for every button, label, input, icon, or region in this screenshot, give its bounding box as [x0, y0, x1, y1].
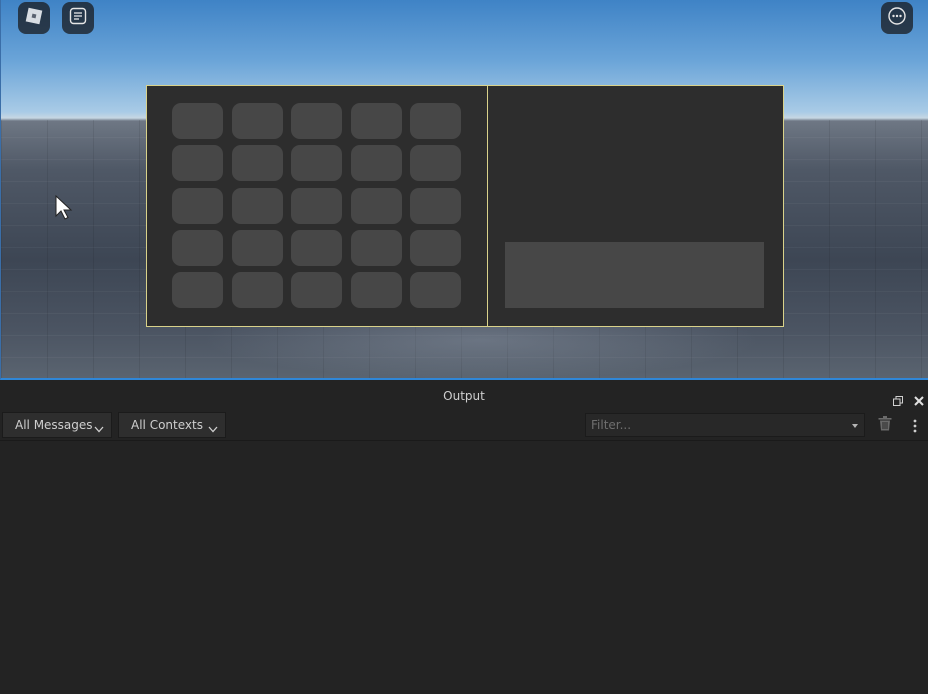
inventory-slot[interactable] [172, 272, 223, 308]
context-label: All Contexts [131, 418, 203, 432]
output-panel: Output All Messages All Contexts Filter.… [0, 380, 928, 694]
filter-input[interactable]: Filter... [585, 413, 865, 437]
chat-icon [68, 6, 88, 30]
panel-divider [487, 86, 488, 326]
item-detail-box[interactable] [505, 242, 764, 308]
inventory-slot[interactable] [291, 103, 342, 139]
more-options-icon [887, 6, 907, 30]
float-window-icon[interactable] [893, 391, 903, 406]
inventory-slot[interactable] [350, 145, 402, 182]
inventory-slot[interactable] [172, 145, 223, 182]
inventory-slot[interactable] [231, 145, 283, 182]
inventory-slot[interactable] [350, 272, 402, 308]
filter-caret-icon[interactable] [852, 424, 858, 428]
inventory-slot[interactable] [231, 272, 283, 308]
inventory-slot[interactable] [291, 145, 342, 182]
mouse-cursor-icon [55, 194, 73, 225]
inventory-slot[interactable] [291, 187, 342, 224]
message-type-label: All Messages [15, 418, 93, 432]
output-title: Output [443, 388, 485, 403]
inventory-slot[interactable] [350, 187, 402, 224]
inventory-slot[interactable] [291, 229, 342, 266]
message-type-dropdown[interactable]: All Messages [2, 412, 112, 438]
filter-placeholder: Filter... [591, 418, 632, 432]
inventory-slot[interactable] [350, 229, 402, 266]
inventory-slot[interactable] [410, 103, 461, 139]
inventory-slot[interactable] [231, 103, 283, 139]
output-log-area[interactable] [0, 442, 928, 694]
output-toolbar: All Messages All Contexts Filter... [0, 411, 928, 441]
output-header: Output [0, 380, 928, 411]
kebab-menu-icon[interactable] [912, 418, 918, 437]
roblox-menu-button[interactable] [18, 2, 50, 34]
chevron-down-icon [208, 422, 218, 436]
inventory-slot[interactable] [172, 229, 223, 266]
inventory-grid [172, 103, 461, 308]
inventory-slot[interactable] [410, 229, 461, 266]
inventory-slot[interactable] [231, 187, 283, 224]
more-options-button[interactable] [881, 2, 913, 34]
chevron-down-icon [94, 422, 104, 436]
inventory-slot[interactable] [350, 103, 402, 139]
inventory-slot[interactable] [410, 272, 461, 308]
inventory-slot[interactable] [410, 145, 461, 182]
inventory-slot[interactable] [410, 187, 461, 224]
context-dropdown[interactable]: All Contexts [118, 412, 226, 438]
inventory-slot[interactable] [172, 187, 223, 224]
close-icon[interactable] [914, 391, 924, 406]
chat-button[interactable] [62, 2, 94, 34]
inventory-slot[interactable] [231, 229, 283, 266]
inventory-panel [146, 85, 784, 327]
inventory-slot[interactable] [291, 272, 342, 308]
trash-icon[interactable] [878, 416, 892, 435]
roblox-logo-icon [24, 6, 44, 30]
game-viewport[interactable] [0, 0, 928, 380]
inventory-slot[interactable] [172, 103, 223, 139]
